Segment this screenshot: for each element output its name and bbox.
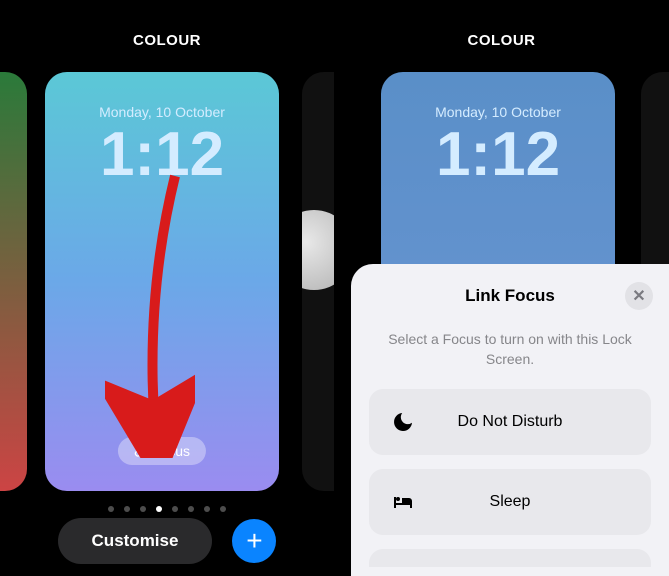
bottom-toolbar: Customise + <box>0 518 334 564</box>
prev-wallpaper-preview[interactable] <box>0 72 27 491</box>
sheet-subtitle: Select a Focus to turn on with this Lock… <box>369 330 651 369</box>
page-dot <box>172 506 178 512</box>
page-dot <box>108 506 114 512</box>
link-icon <box>134 445 146 457</box>
page-dot <box>140 506 146 512</box>
close-button[interactable]: ✕ <box>625 282 653 310</box>
page-dot-active <box>156 506 162 512</box>
link-focus-sheet: Link Focus ✕ Select a Focus to turn on w… <box>351 264 669 576</box>
screen-link-focus-sheet: COLOUR Monday, 10 October 1:12 Link Focu… <box>334 0 669 576</box>
focus-link-pill[interactable]: Focus <box>118 437 206 465</box>
lockscreen-time: 1:12 <box>381 124 615 186</box>
screen-lockscreen-gallery: COLOUR Monday, 10 October 1:12 Focus Cus… <box>0 0 334 576</box>
sheet-title: Link Focus <box>369 286 651 306</box>
page-dot <box>124 506 130 512</box>
plus-icon: + <box>246 527 262 555</box>
customise-button[interactable]: Customise <box>58 518 213 564</box>
next-wallpaper-preview[interactable] <box>302 72 334 491</box>
focus-pill-label: Focus <box>152 443 190 459</box>
page-dot <box>204 506 210 512</box>
close-icon: ✕ <box>632 286 645 306</box>
focus-option-do-not-disturb[interactable]: Do Not Disturb <box>369 389 651 455</box>
lockscreen-date: Monday, 10 October <box>45 104 279 120</box>
page-indicator <box>108 506 226 512</box>
moon-image <box>302 210 334 290</box>
focus-option-partial[interactable] <box>369 549 651 567</box>
lockscreen-date: Monday, 10 October <box>381 104 615 120</box>
moon-icon <box>391 410 415 434</box>
page-dot <box>188 506 194 512</box>
wallpaper-category-label: COLOUR <box>334 0 669 69</box>
page-dot <box>220 506 226 512</box>
wallpaper-preview-card[interactable]: Monday, 10 October 1:12 Focus <box>45 72 279 491</box>
wallpaper-category-label: COLOUR <box>0 0 334 69</box>
focus-option-sleep[interactable]: Sleep <box>369 469 651 535</box>
lockscreen-time: 1:12 <box>45 124 279 186</box>
next-wallpaper-preview <box>641 72 669 272</box>
bed-icon <box>391 490 415 514</box>
add-wallpaper-button[interactable]: + <box>232 519 276 563</box>
